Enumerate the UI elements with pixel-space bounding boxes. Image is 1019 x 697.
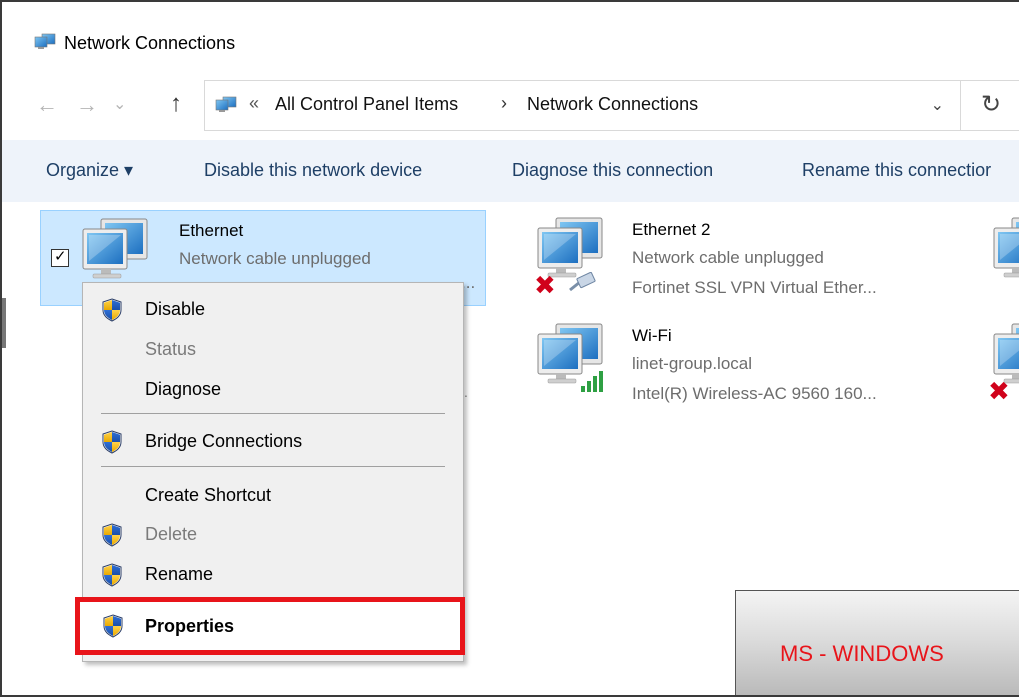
uac-shield-icon bbox=[101, 430, 123, 454]
truncated-text-dot: . bbox=[464, 384, 468, 400]
diagnose-connection-button[interactable]: Diagnose this connection bbox=[512, 160, 713, 181]
connection-name: Wi-Fi bbox=[632, 326, 672, 345]
network-monitors-icon bbox=[79, 213, 153, 285]
uac-shield-icon bbox=[101, 523, 123, 547]
menu-separator bbox=[101, 466, 445, 467]
menu-item-label: Diagnose bbox=[145, 379, 222, 399]
connection-name: Ethernet 2 bbox=[632, 220, 711, 239]
connection-item-wifi[interactable]: Wi-Fi linet-group.local Intel(R) Wireles… bbox=[530, 316, 990, 412]
menu-item-diagnose[interactable]: Diagnose bbox=[83, 371, 463, 407]
network-connections-window: Network Connections ← → ⌄ ↑ « All Contro… bbox=[0, 0, 1019, 697]
wifi-signal-bars-icon bbox=[581, 371, 603, 392]
uac-shield-icon bbox=[101, 563, 123, 587]
menu-item-disable[interactable]: Disable bbox=[83, 291, 463, 327]
network-connections-icon bbox=[34, 33, 56, 49]
refresh-button[interactable]: ↻ bbox=[960, 80, 1019, 131]
item-checkbox[interactable]: ✓ bbox=[51, 248, 69, 267]
menu-item-label: Delete bbox=[145, 524, 198, 544]
menu-item-label: Properties bbox=[145, 616, 235, 636]
breadcrumb-network-connections[interactable]: Network Connections bbox=[527, 94, 698, 115]
disable-network-device-button[interactable]: Disable this network device bbox=[204, 160, 422, 181]
menu-item-label: Bridge Connections bbox=[145, 431, 303, 451]
recent-locations-chevron-icon[interactable]: ⌄ bbox=[113, 94, 126, 114]
network-connections-icon bbox=[215, 96, 237, 112]
checkmark-icon: ✓ bbox=[54, 248, 67, 265]
breadcrumb-all-control-panel-items[interactable]: All Control Panel Items bbox=[275, 94, 458, 115]
uac-shield-icon bbox=[102, 614, 124, 638]
menu-item-create-shortcut[interactable]: Create Shortcut bbox=[83, 477, 463, 513]
connection-status: Network cable unplugged bbox=[179, 249, 371, 268]
connection-name: Ethernet bbox=[179, 221, 244, 240]
network-cable-icon bbox=[569, 272, 596, 292]
disconnected-x-icon: ✖ bbox=[988, 376, 1010, 406]
connection-status: linet-group.local bbox=[632, 354, 753, 373]
breadcrumb-separator-icon[interactable]: › bbox=[501, 93, 507, 114]
menu-item-label: Disable bbox=[145, 299, 206, 319]
rename-connection-button[interactable]: Rename this connectior bbox=[802, 160, 991, 181]
menu-item-label: Status bbox=[145, 339, 197, 359]
window-title: Network Connections bbox=[64, 33, 236, 53]
command-bar: Organize ▾ Disable this network device D… bbox=[2, 140, 1019, 202]
connection-status: Network cable unplugged bbox=[632, 248, 824, 267]
up-arrow-icon[interactable]: ↑ bbox=[170, 90, 182, 118]
address-bar[interactable]: « All Control Panel Items › Network Conn… bbox=[204, 80, 961, 131]
watermark-box: MS - WINDOWS bbox=[735, 590, 1019, 695]
address-dropdown-chevron-icon[interactable]: ⌄ bbox=[931, 95, 944, 115]
forward-arrow-icon[interactable]: → bbox=[76, 92, 98, 118]
connection-device: Intel(R) Wireless-AC 9560 160... bbox=[632, 384, 877, 403]
window-edge-divider bbox=[2, 298, 6, 348]
menu-item-properties[interactable]: Properties bbox=[75, 597, 465, 655]
organize-button[interactable]: Organize ▾ bbox=[46, 160, 133, 181]
connection-item-ethernet-2[interactable]: ✖ Ethernet 2 Network cable unplugged For… bbox=[530, 210, 990, 306]
menu-item-delete[interactable]: Delete bbox=[83, 516, 463, 552]
menu-item-status[interactable]: Status bbox=[83, 331, 463, 367]
address-row: ← → ⌄ ↑ « All Control Panel Items › Netw… bbox=[2, 80, 1019, 134]
uac-shield-icon bbox=[101, 298, 123, 322]
menu-item-label: Create Shortcut bbox=[145, 485, 272, 505]
network-monitors-icon-partial bbox=[990, 212, 1019, 284]
title-bar: Network Connections bbox=[2, 2, 1019, 80]
watermark-text: MS - WINDOWS bbox=[780, 641, 944, 666]
refresh-icon: ↻ bbox=[981, 91, 1002, 118]
menu-item-rename[interactable]: Rename bbox=[83, 556, 463, 592]
menu-item-bridge-connections[interactable]: Bridge Connections bbox=[83, 423, 463, 459]
connection-device: Fortinet SSL VPN Virtual Ether... bbox=[632, 278, 877, 297]
disconnected-x-icon: ✖ bbox=[534, 270, 556, 300]
menu-separator bbox=[101, 413, 445, 414]
menu-item-label: Rename bbox=[145, 564, 214, 584]
breadcrumb-overflow-icon[interactable]: « bbox=[249, 93, 259, 114]
back-arrow-icon[interactable]: ← bbox=[36, 92, 58, 118]
